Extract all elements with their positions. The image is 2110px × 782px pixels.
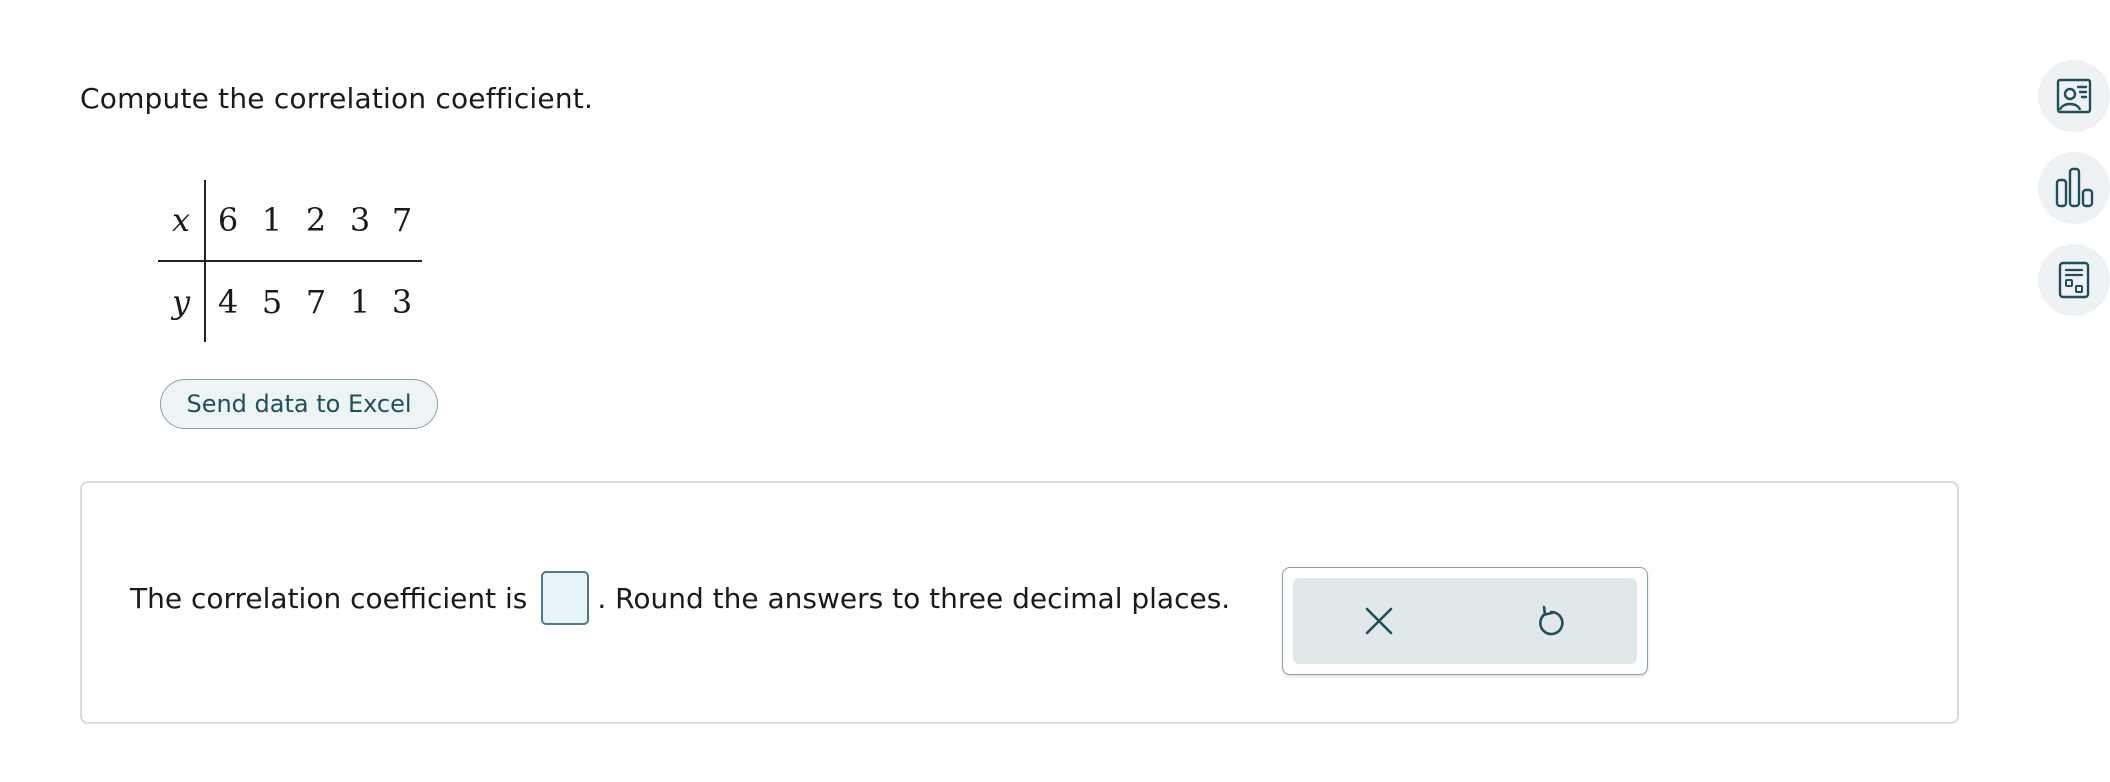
presenter-button[interactable] xyxy=(2038,60,2110,132)
side-toolbar xyxy=(2038,60,2110,336)
answer-tool-palette xyxy=(1282,567,1648,675)
y-value: 7 xyxy=(305,283,327,321)
page: Compute the correlation coefficient. x 6… xyxy=(0,0,2110,782)
question-prompt: Compute the correlation coefficient. xyxy=(80,82,594,115)
undo-icon xyxy=(1539,605,1564,636)
y-value: 5 xyxy=(261,283,283,321)
data-table: x 6 1 2 3 7 y 4 5 7 1 3 xyxy=(158,180,422,342)
answer-text-before: The correlation coefficient is xyxy=(130,581,528,615)
correlation-answer-input[interactable] xyxy=(541,571,590,625)
x-value: 1 xyxy=(250,180,294,262)
y-value: 3 xyxy=(391,283,413,321)
y-variable-label: y xyxy=(158,261,206,342)
y-value: 1 xyxy=(349,283,371,321)
tool-palette-inner xyxy=(1293,578,1637,664)
x-value: 3 xyxy=(338,180,382,262)
answer-line: The correlation coefficient is . Round t… xyxy=(130,569,1230,627)
clear-button[interactable] xyxy=(1349,591,1409,651)
send-to-excel-button[interactable]: Send data to Excel xyxy=(160,379,438,429)
x-value: 7 xyxy=(382,180,422,262)
bar-chart-icon xyxy=(2055,167,2094,208)
chart-button[interactable] xyxy=(2038,152,2110,224)
answer-panel: The correlation coefficient is . Round t… xyxy=(80,481,1959,724)
table-row-y: y 4 5 7 1 3 xyxy=(158,261,422,342)
calculator-button[interactable] xyxy=(2038,244,2110,316)
y-value: 4 xyxy=(217,283,239,321)
x-variable-label: x xyxy=(158,180,206,262)
x-value: 6 xyxy=(205,180,250,262)
close-icon xyxy=(1365,607,1393,635)
calculator-icon xyxy=(2058,261,2090,299)
presenter-icon xyxy=(2056,78,2092,114)
table-row-x: x 6 1 2 3 7 xyxy=(158,180,422,262)
undo-button[interactable] xyxy=(1521,591,1581,651)
x-value: 2 xyxy=(294,180,338,262)
answer-text-after: . Round the answers to three decimal pla… xyxy=(597,581,1231,615)
